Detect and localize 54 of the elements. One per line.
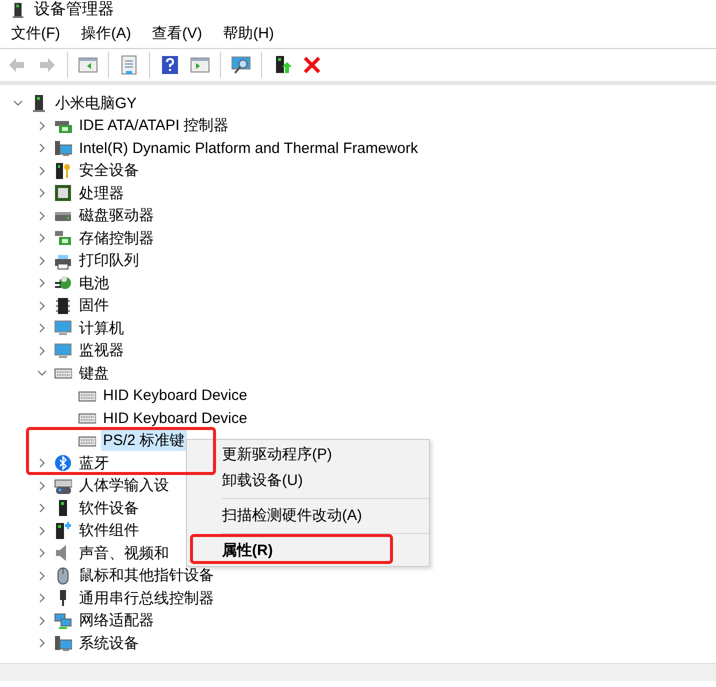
tree-item[interactable]: 处理器 — [77, 182, 126, 204]
tree-item[interactable]: 小米电脑GY — [53, 92, 139, 114]
tree-item[interactable]: HID Keyboard Device — [101, 385, 250, 406]
tree-item[interactable]: 声音、视频和 — [77, 542, 171, 564]
chip-icon — [54, 296, 72, 315]
tree-item[interactable]: 通用串行总线控制器 — [77, 588, 216, 609]
app-icon — [10, 2, 26, 18]
computer-icon — [54, 634, 72, 652]
context-menu-item[interactable]: 卸载设备(U) — [187, 468, 429, 494]
horizontal-scrollbar[interactable] — [0, 663, 716, 681]
menu-item[interactable]: 帮助(H) — [216, 24, 281, 42]
tree-item[interactable]: IDE ATA/ATAPI 控制器 — [77, 115, 231, 136]
tree-item[interactable]: 磁盘驱动器 — [77, 205, 156, 226]
chip-icon — [54, 184, 72, 202]
tree-item[interactable]: 系统设备 — [77, 632, 141, 654]
tree-item[interactable]: 软件设备 — [77, 498, 141, 519]
bluetooth-icon — [54, 454, 72, 472]
pane-icon[interactable] — [78, 55, 98, 75]
tower-key-icon — [54, 162, 72, 180]
tree-item[interactable]: 监视器 — [77, 340, 126, 362]
properties-icon[interactable] — [119, 55, 139, 75]
context-menu-item[interactable]: 更新驱动程序(P) — [187, 442, 429, 468]
tower-icon — [30, 94, 48, 112]
storage-icon — [54, 229, 72, 248]
menu-item[interactable]: 文件(F) — [4, 24, 68, 42]
tree-item[interactable]: 打印队列 — [77, 250, 141, 272]
tree-item[interactable]: 网络适配器 — [77, 610, 156, 632]
tree-item[interactable]: HID Keyboard Device — [101, 408, 250, 429]
tree-item[interactable]: 计算机 — [77, 318, 126, 339]
tree-item[interactable]: 人体学输入设 — [77, 475, 171, 496]
menu-item[interactable]: 操作(A) — [74, 24, 138, 42]
window-title: 设备管理器 — [34, 0, 114, 18]
delete-icon[interactable] — [302, 55, 322, 75]
tree-item[interactable]: 存储控制器 — [77, 228, 156, 249]
pane-icon[interactable] — [190, 55, 210, 75]
help-icon[interactable] — [160, 55, 180, 75]
context-menu-item[interactable]: 扫描检测硬件改动(A) — [187, 503, 429, 529]
context-menu-item[interactable]: 属性(R) — [187, 538, 429, 564]
scan-monitor-icon[interactable] — [231, 55, 251, 75]
tree-item[interactable]: 电池 — [77, 272, 111, 294]
network-icon — [54, 612, 72, 630]
menu-item[interactable]: 查看(V) — [145, 24, 210, 42]
tree-item[interactable]: Intel(R) Dynamic Platform and Thermal Framework — [77, 138, 420, 159]
tree-item[interactable]: 固件 — [77, 295, 111, 316]
tree-item[interactable]: 安全设备 — [77, 160, 141, 182]
monitor-icon — [54, 342, 72, 360]
tree-item[interactable]: 蓝牙 — [77, 452, 111, 474]
tree-item[interactable]: 软件组件 — [77, 520, 141, 542]
tree-item[interactable]: 键盘 — [77, 362, 111, 384]
monitor-icon — [54, 319, 72, 338]
tree-item[interactable]: 鼠标和其他指针设备 — [77, 565, 216, 586]
tower-icon — [54, 522, 72, 540]
computer-icon — [54, 139, 72, 158]
tree-item[interactable]: PS/2 标准键 — [101, 430, 187, 452]
